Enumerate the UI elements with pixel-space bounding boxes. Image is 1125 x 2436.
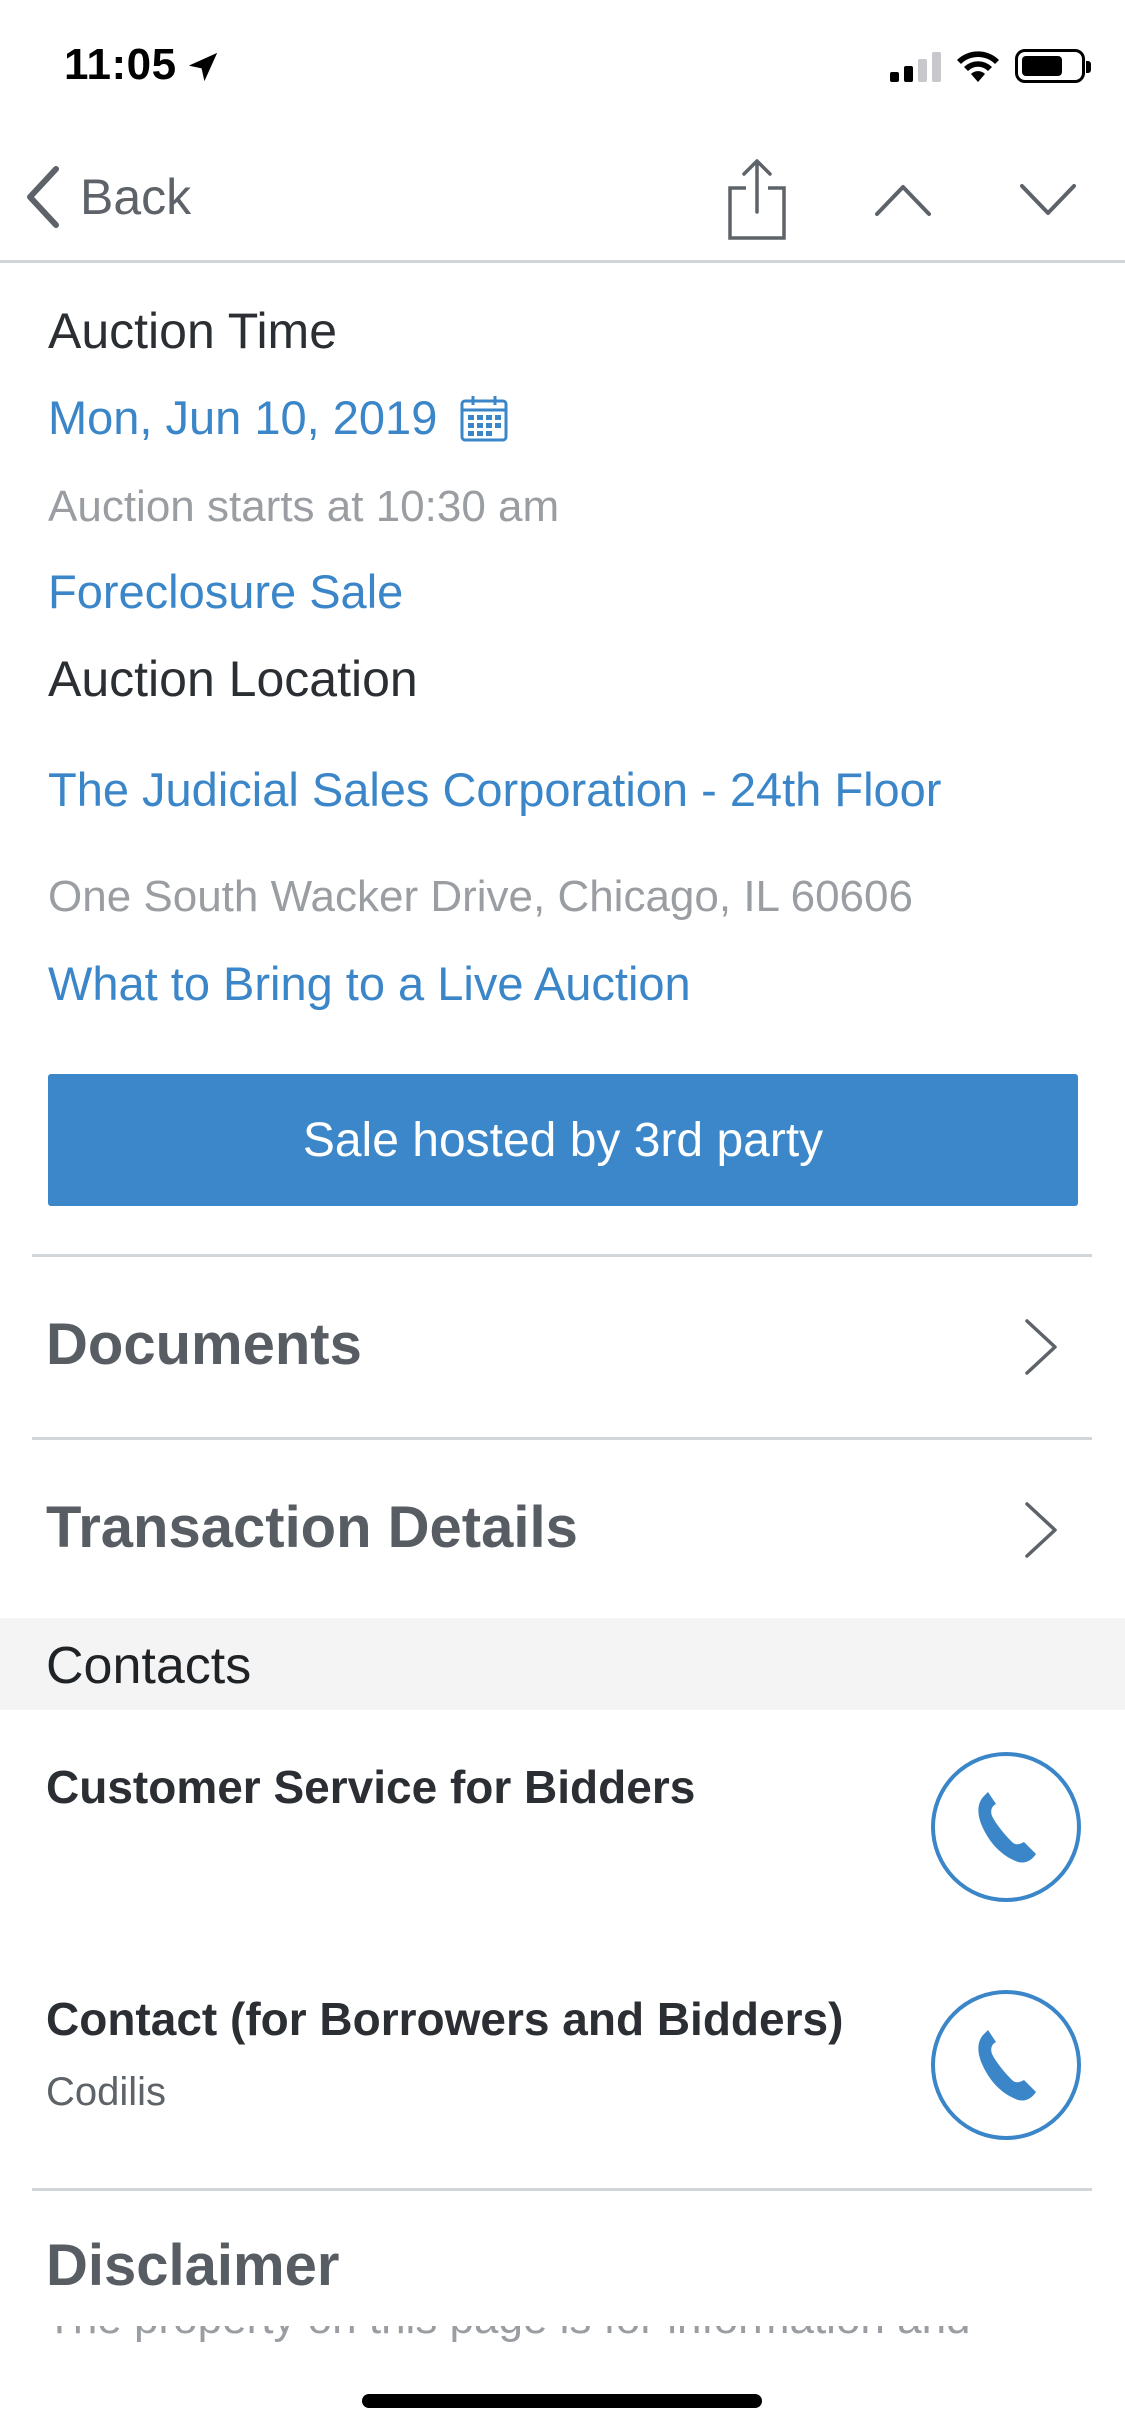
auction-location-heading: Auction Location (48, 651, 418, 707)
phone-icon (978, 2030, 1036, 2101)
divider (32, 2188, 1092, 2191)
next-button[interactable] (1003, 155, 1093, 245)
share-button[interactable] (712, 155, 802, 245)
status-bar: 11:05 (0, 0, 1125, 135)
chevron-right-icon (1025, 1319, 1057, 1375)
screen: 11:05 Back Auction Time Mon, Jun 10, 201… (0, 0, 1125, 2436)
auction-time-heading: Auction Time (48, 303, 338, 359)
contact-subtitle: Codilis (46, 2070, 167, 2114)
venue-link[interactable]: The Judicial Sales Corporation - 24th Fl… (48, 762, 941, 817)
auction-date: Mon, Jun 10, 2019 (48, 391, 438, 444)
contacts-section-title: Contacts (46, 1637, 252, 1695)
battery-icon (1015, 49, 1091, 83)
chevron-up-icon (875, 185, 931, 216)
contact-item: Contact (for Borrowers and Bidders) Codi… (0, 1946, 1125, 2186)
signal-icon (890, 50, 941, 82)
contacts-section-header: Contacts (0, 1618, 1125, 1710)
call-button[interactable] (931, 1752, 1081, 1902)
documents-row[interactable]: Documents (0, 1257, 1125, 1437)
back-label: Back (80, 169, 192, 225)
transaction-details-title: Transaction Details (46, 1495, 578, 1560)
chevron-down-icon (1020, 184, 1076, 215)
status-indicators (890, 46, 1091, 86)
nav-bar: Back (0, 135, 1125, 263)
location-arrow-icon (188, 52, 218, 82)
what-to-bring-link[interactable]: What to Bring to a Live Auction (48, 956, 691, 1011)
contact-title: Customer Service for Bidders (46, 1761, 696, 1813)
disclaimer-text-line: The property on this page is for informa… (46, 2326, 1086, 2344)
disclaimer-text: The property on this page is for informa… (46, 2326, 1086, 2346)
transaction-details-row[interactable]: Transaction Details (0, 1440, 1125, 1616)
call-button[interactable] (931, 1990, 1081, 2140)
phone-icon (978, 1792, 1036, 1863)
previous-button[interactable] (858, 155, 948, 245)
sale-host-button[interactable]: Sale hosted by 3rd party (48, 1074, 1078, 1206)
disclaimer-title: Disclaimer (46, 2233, 340, 2298)
auction-start-text: Auction starts at 10:30 am (48, 482, 560, 531)
sale-type-link[interactable]: Foreclosure Sale (48, 564, 403, 619)
venue-address: One South Wacker Drive, Chicago, IL 6060… (48, 872, 913, 921)
back-button[interactable]: Back (24, 165, 191, 229)
status-time: 11:05 (64, 40, 177, 89)
home-indicator[interactable] (362, 2394, 762, 2408)
wifi-icon (957, 51, 999, 82)
chevron-right-icon (1025, 1502, 1057, 1558)
calendar-icon (460, 395, 508, 441)
share-icon (728, 159, 786, 240)
contact-title: Contact (for Borrowers and Bidders) (46, 1993, 844, 2045)
contact-item: Customer Service for Bidders (0, 1710, 1125, 1946)
documents-title: Documents (46, 1312, 362, 1377)
back-chevron-icon (27, 166, 59, 228)
auction-date-link[interactable]: Mon, Jun 10, 2019 (48, 390, 509, 445)
